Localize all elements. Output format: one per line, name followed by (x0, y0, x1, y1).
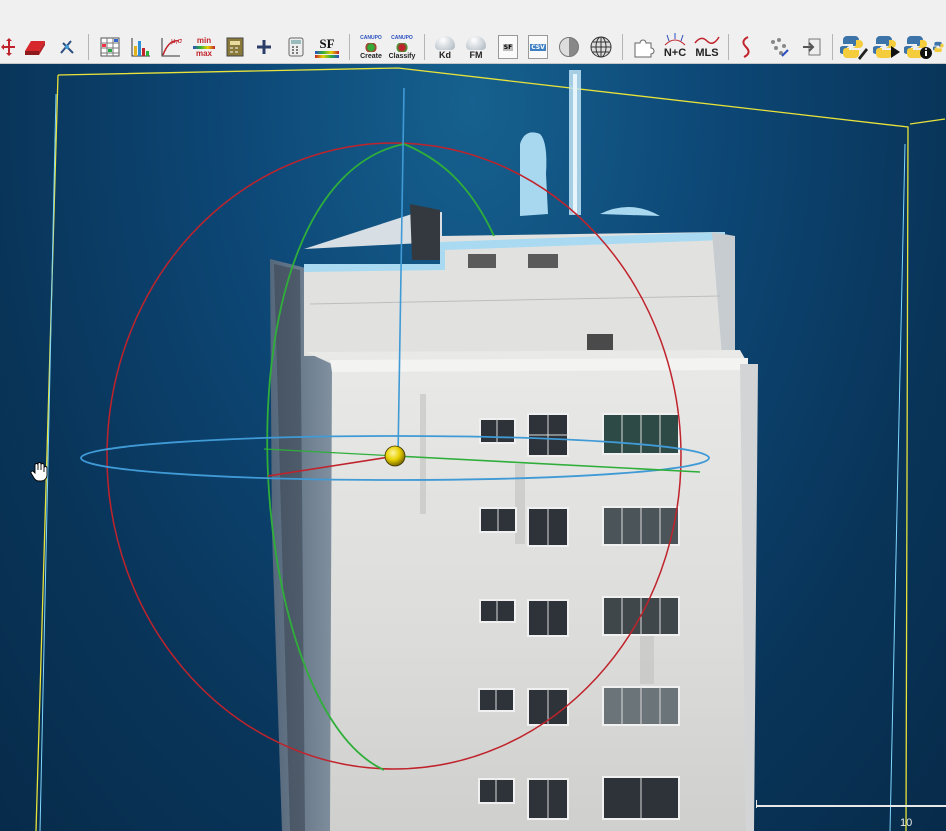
canupo-create-button[interactable]: CANUPO Create (356, 33, 386, 61)
mls-smoothing-icon: MLS (693, 33, 721, 61)
canupo-create-icon: CANUPO Create (356, 34, 386, 61)
segment-plane-icon (25, 41, 45, 55)
kd-tree-label: Kd (439, 50, 451, 60)
toolbar-separator (88, 34, 89, 60)
sphere-icon (559, 37, 579, 57)
pick-point-button[interactable] (55, 33, 79, 61)
normals-curvature-label: N+C (663, 47, 687, 59)
canupo-create-top-label: CANUPO (360, 34, 382, 41)
translate-rotate-icon (1, 38, 15, 56)
mls-smoothing-label: MLS (695, 47, 719, 59)
sf-gradient-icon: SF (313, 37, 341, 58)
export-csv-button[interactable]: CSV (524, 33, 552, 61)
python-plugin-button[interactable] (933, 33, 946, 61)
python-edit-icon (840, 36, 868, 60)
scatter-points-icon (771, 38, 789, 57)
export-sf-label: SF (502, 43, 514, 51)
main-toolbar: μ,σ min max SF CANUPO Create CANUPO Clas… (0, 0, 946, 64)
normals-curvature-icon: N+C (661, 33, 689, 61)
python-plugin-icon (933, 41, 944, 53)
import-button[interactable] (798, 33, 826, 61)
point-cloud-scene[interactable] (0, 64, 946, 831)
mls-smoothing-button[interactable]: MLS (692, 33, 722, 61)
add-constant-sf-icon (257, 40, 271, 54)
canupo-classify-button[interactable]: CANUPO Classify (387, 33, 417, 61)
add-constant-sf-button[interactable] (252, 33, 276, 61)
python-info-button[interactable] (903, 33, 933, 61)
toolbar-separator (349, 34, 350, 60)
mls-curve-icon (694, 36, 720, 44)
import-icon (803, 38, 821, 56)
globe-button[interactable] (587, 33, 615, 61)
toolbar-separator (424, 34, 425, 60)
toolbar-separator (622, 34, 623, 60)
segment-plane-button[interactable] (22, 33, 48, 61)
python-edit-button[interactable] (838, 33, 870, 61)
histogram-button[interactable] (128, 33, 154, 61)
normals-arrows-icon (664, 33, 686, 46)
scatter-points-button[interactable] (766, 33, 792, 61)
fast-marching-icon: FM (462, 34, 490, 60)
roof-antenna (520, 70, 660, 216)
sf-calculator-icon (226, 37, 244, 57)
export-csv-label: CSV (530, 43, 546, 51)
toolbar-separator (728, 34, 729, 60)
sf-gradient-label: SF (319, 35, 335, 51)
pivot-point[interactable] (384, 445, 406, 467)
python-info-icon (904, 36, 932, 59)
sf-table-icon (100, 37, 120, 57)
kd-tree-icon: Kd (431, 34, 459, 60)
filter-min-max-button[interactable]: min max (190, 33, 218, 61)
sf-table-button[interactable] (96, 33, 124, 61)
3d-viewport[interactable]: 10 (0, 64, 946, 831)
canupo-classify-label: Classify (388, 52, 416, 60)
export-csv-icon: CSV (528, 35, 548, 59)
filter-min-max-icon: min max (191, 35, 217, 58)
filter-min-label: min (196, 35, 212, 45)
scale-bar-label: 10 (900, 817, 913, 829)
sf-calculator-button[interactable] (222, 33, 248, 61)
calculator-icon (288, 37, 304, 57)
pick-point-icon (60, 40, 74, 54)
contour-icon (742, 36, 750, 58)
canupo-classify-top-label: CANUPO (391, 34, 413, 41)
sphere-button[interactable] (556, 33, 582, 61)
python-run-button[interactable] (871, 33, 903, 61)
histogram-icon (131, 38, 150, 57)
sf-gradient-button[interactable]: SF (312, 33, 342, 61)
filter-max-label: max (195, 48, 212, 58)
scale-bar (756, 805, 946, 807)
canupo-classify-icon: CANUPO Classify (387, 34, 417, 61)
export-sf-button[interactable]: SF (494, 33, 522, 61)
contour-button[interactable] (734, 33, 758, 61)
hand-cursor-icon (30, 462, 48, 482)
translate-rotate-button[interactable] (0, 33, 18, 61)
python-run-icon (873, 36, 900, 58)
puzzle-plugin-icon (634, 39, 655, 58)
local-statistics-button[interactable]: μ,σ (158, 33, 184, 61)
puzzle-plugin-button[interactable] (628, 33, 658, 61)
roof-block (304, 204, 735, 356)
toolbar-separator (832, 34, 833, 60)
export-sf-icon: SF (498, 35, 518, 59)
globe-icon (590, 36, 612, 58)
kd-tree-button[interactable]: Kd (430, 33, 460, 61)
svg-text:μ,σ: μ,σ (171, 37, 183, 45)
canupo-create-label: Create (360, 52, 382, 60)
fast-marching-label: FM (469, 50, 483, 60)
calculator-button[interactable] (283, 33, 309, 61)
fast-marching-button[interactable]: FM (461, 33, 491, 61)
local-statistics-icon: μ,σ (161, 37, 183, 57)
normals-curvature-button[interactable]: N+C (660, 33, 690, 61)
